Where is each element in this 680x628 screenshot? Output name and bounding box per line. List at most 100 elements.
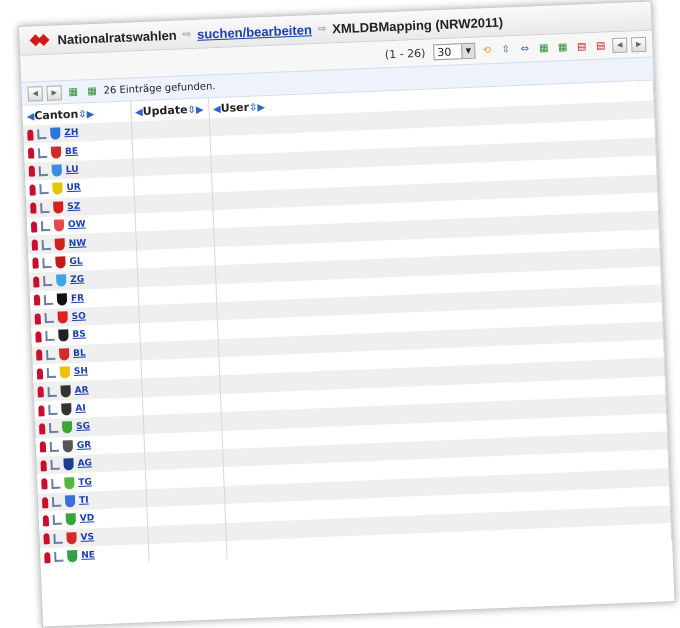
pin-icon[interactable] (39, 441, 47, 453)
export-excel-all-icon[interactable]: ▦ (84, 84, 100, 98)
pin-icon[interactable] (36, 349, 43, 361)
canton-link[interactable]: GL (69, 257, 83, 268)
pin-icon[interactable] (30, 221, 38, 233)
pin-icon[interactable] (38, 404, 45, 417)
pin-icon[interactable] (28, 165, 36, 178)
tree-icon[interactable] (39, 184, 49, 195)
sort-icon[interactable]: ⇳▶ (78, 109, 95, 121)
pin-icon[interactable] (34, 312, 41, 325)
tree-icon[interactable] (50, 459, 60, 471)
canton-link[interactable]: VD (80, 514, 95, 525)
tree-icon[interactable] (40, 221, 51, 232)
canton-link[interactable]: AG (77, 459, 92, 470)
canton-link[interactable]: SZ (67, 201, 80, 212)
canton-crest-icon (63, 458, 74, 471)
breadcrumb-link-search[interactable]: suchen/bearbeiten (197, 22, 312, 42)
canton-crest-icon (59, 366, 71, 379)
canton-crest-icon (61, 421, 73, 434)
sort-horizontal-icon[interactable]: ⇔ (517, 42, 533, 56)
export-excel-all-icon[interactable]: ▦ (555, 40, 571, 54)
pin-icon[interactable] (38, 423, 46, 435)
canton-link[interactable]: TI (79, 496, 89, 506)
canton-crest-icon (64, 495, 76, 508)
export-excel-icon[interactable]: ▦ (536, 41, 552, 55)
pin-icon[interactable] (37, 386, 44, 398)
canton-link[interactable]: VS (80, 532, 94, 543)
export-pdf-all-icon[interactable]: ▤ (593, 39, 609, 53)
canton-link[interactable]: BS (72, 330, 86, 341)
sort-vertical-icon[interactable]: ⇳ (498, 43, 514, 57)
canton-link[interactable]: SG (76, 422, 90, 433)
canton-link[interactable]: GR (77, 440, 92, 451)
pin-icon[interactable] (35, 331, 42, 343)
canton-crest-icon (66, 531, 77, 545)
pin-icon[interactable] (29, 184, 36, 196)
canton-crest-icon (61, 403, 72, 416)
canton-link[interactable]: ZH (64, 128, 78, 139)
page-size-select[interactable]: 30 ▼ (433, 42, 476, 61)
pin-icon[interactable] (33, 276, 40, 288)
tree-icon[interactable] (47, 386, 57, 397)
export-pdf-icon[interactable]: ▤ (574, 40, 590, 54)
pin-icon[interactable] (33, 294, 41, 306)
tree-icon[interactable] (37, 129, 47, 140)
pin-icon[interactable] (44, 551, 51, 564)
tree-icon[interactable] (54, 551, 64, 563)
tree-icon[interactable] (43, 276, 53, 287)
scroll-left-button[interactable]: ◀ (27, 85, 44, 102)
canton-link[interactable]: NW (69, 238, 87, 249)
canton-link[interactable]: AI (75, 404, 86, 414)
canton-link[interactable]: UR (66, 183, 81, 194)
canton-link[interactable]: BL (73, 348, 86, 358)
canton-link[interactable]: NE (81, 551, 95, 562)
pin-icon[interactable] (27, 129, 34, 141)
canton-link[interactable]: FR (71, 293, 84, 304)
tree-icon[interactable] (49, 441, 60, 452)
canton-link[interactable]: SH (74, 367, 88, 378)
refresh-icon[interactable]: ⟲ (479, 43, 495, 57)
canton-link[interactable]: LU (66, 165, 79, 176)
tree-icon[interactable] (37, 147, 48, 158)
pin-icon[interactable] (27, 147, 35, 159)
pin-icon[interactable] (41, 496, 49, 508)
tree-icon[interactable] (41, 239, 51, 250)
tree-icon[interactable] (44, 312, 54, 324)
pin-icon[interactable] (43, 533, 50, 545)
pin-icon[interactable] (31, 239, 39, 251)
pin-icon[interactable] (30, 202, 37, 214)
sort-icon[interactable]: ⇳▶ (187, 104, 204, 116)
canton-link[interactable]: BE (65, 146, 78, 157)
tree-icon[interactable] (45, 331, 55, 342)
tree-icon[interactable] (52, 515, 63, 526)
pin-icon[interactable] (40, 459, 47, 472)
canton-crest-icon (50, 145, 62, 159)
tree-icon[interactable] (43, 294, 54, 305)
tree-icon[interactable] (48, 404, 58, 416)
prev-page-button[interactable]: ◀ (611, 37, 628, 53)
canton-link[interactable]: OW (68, 220, 86, 231)
export-excel-icon[interactable]: ▦ (65, 85, 81, 99)
tree-icon[interactable] (42, 257, 52, 269)
sort-icon[interactable]: ⇳▶ (249, 102, 266, 114)
tree-icon[interactable] (51, 478, 61, 489)
canton-crest-icon (56, 292, 68, 306)
tree-icon[interactable] (46, 349, 56, 361)
tree-icon[interactable] (51, 496, 62, 508)
canton-link[interactable]: SO (72, 312, 87, 323)
pin-icon[interactable] (36, 368, 44, 380)
next-page-button[interactable]: ▶ (630, 36, 647, 52)
canton-link[interactable]: TG (78, 477, 92, 488)
tree-icon[interactable] (53, 533, 63, 544)
canton-link[interactable]: AR (74, 385, 88, 396)
scroll-right-button[interactable]: ▶ (46, 84, 62, 101)
tree-icon[interactable] (48, 423, 59, 434)
tree-icon[interactable] (38, 165, 49, 177)
data-table: ◀Canton⇳▶ ◀Update⇳▶ ◀User⇳▶ ZH BE LU UR SZ OW… (22, 80, 672, 567)
tree-icon[interactable] (40, 202, 50, 213)
pin-icon[interactable] (41, 478, 48, 490)
canton-link[interactable]: ZG (70, 275, 84, 286)
pin-icon[interactable] (32, 257, 39, 270)
breadcrumb-current: XMLDBMapping (NRW2011) (331, 14, 504, 36)
pin-icon[interactable] (42, 515, 50, 527)
tree-icon[interactable] (46, 368, 57, 379)
